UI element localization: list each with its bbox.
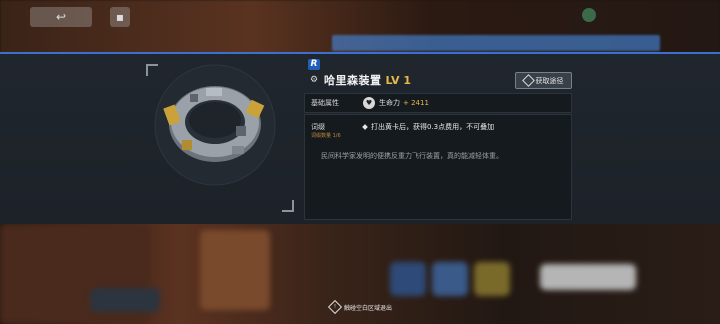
entry-label: 词缀: [311, 123, 325, 131]
base-attribute-label: 基础属性: [311, 99, 339, 107]
blue-banner: [332, 35, 660, 51]
flavor-text: 民间科学家发明的便携反重力飞行装置，真的能减轻体重。: [321, 152, 503, 160]
effect-text: 打出黄卡后，获得0.3点费用，不可叠加: [371, 123, 495, 131]
equipment-level: LV 1: [385, 73, 412, 87]
stat-value: + 2411: [403, 99, 429, 107]
entry-effect: 打出黄卡后，获得0.3点费用，不可叠加: [362, 122, 495, 132]
home-button[interactable]: ▪: [110, 7, 130, 27]
heart-icon: ♥: [363, 97, 375, 109]
exit-hint[interactable]: ! 触碰空白区域退出: [327, 299, 393, 315]
acquire-source-label: 获取途径: [535, 76, 564, 85]
diamond-icon: [521, 74, 535, 87]
accessory-icon: ⚙: [310, 75, 319, 85]
exit-hint-text: 触碰空白区域退出: [344, 304, 393, 312]
background-blob: [432, 262, 468, 296]
equipment-image: [152, 62, 278, 188]
acquire-source-button[interactable]: 获取途径: [515, 72, 572, 89]
entry-count: 词缀数量 1/6: [311, 133, 341, 139]
equipment-name: 哈里森装置: [324, 74, 382, 87]
status-icon: [582, 8, 596, 22]
back-button[interactable]: ↩: [30, 7, 92, 27]
background-blob: [474, 262, 510, 296]
frame-corner-icon: [282, 200, 294, 212]
background-blob: [390, 262, 426, 296]
bullet-icon: [362, 124, 368, 130]
background-blob: [540, 264, 636, 290]
background-blob: [90, 288, 160, 312]
base-attribute-row: 基础属性 ♥ 生命力 + 2411: [304, 93, 572, 113]
rarity-badge: R: [308, 59, 320, 70]
exclamation-icon: !: [327, 299, 343, 315]
equipment-title: ⚙ 哈里森装置 LV 1: [310, 72, 411, 88]
stat-name: 生命力: [379, 99, 400, 107]
background-blob: [200, 230, 270, 310]
entry-description-box: 词缀 词缀数量 1/6 打出黄卡后，获得0.3点费用，不可叠加 民间科学家发明的…: [304, 114, 572, 220]
